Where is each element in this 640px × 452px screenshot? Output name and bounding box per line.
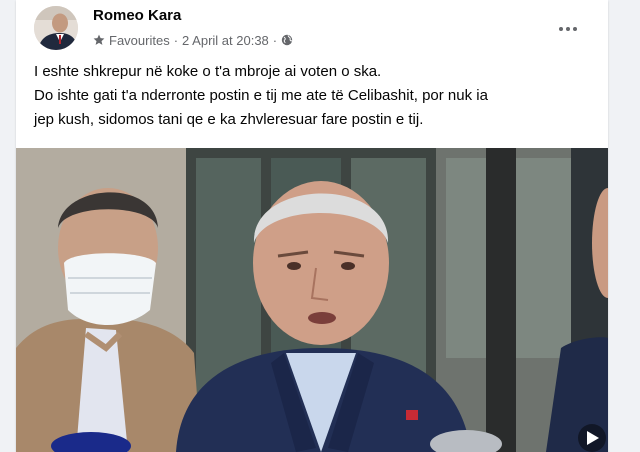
post-timestamp[interactable]: 2 April at 20:38 bbox=[182, 33, 269, 48]
post-text-line: I eshte shkrepur në koke o t'a mbroje ai… bbox=[34, 63, 382, 80]
more-options-button[interactable] bbox=[554, 14, 582, 42]
meta-separator: · bbox=[173, 32, 179, 48]
meta-separator: · bbox=[272, 32, 278, 48]
author-avatar[interactable] bbox=[34, 6, 78, 50]
post-meta: Favourites · 2 April at 20:38 · bbox=[93, 31, 293, 49]
star-icon bbox=[93, 34, 105, 46]
post-card: Romeo Kara Favourites · 2 April at 20:38… bbox=[16, 0, 608, 452]
post-photo[interactable] bbox=[16, 148, 608, 452]
more-options-icon bbox=[558, 19, 578, 37]
audience-label[interactable]: Favourites bbox=[109, 33, 170, 48]
post-text-line: jep kush, sidomos tani qe e ka zhvleresu… bbox=[34, 111, 424, 128]
globe-icon[interactable] bbox=[281, 34, 293, 46]
author-name[interactable]: Romeo Kara bbox=[93, 7, 181, 24]
post-header: Romeo Kara Favourites · 2 April at 20:38… bbox=[16, 0, 608, 56]
post-text-line: Do ishte gati t'a nderronte postin e tij… bbox=[34, 87, 488, 104]
post-text: I eshte shkrepur në koke o t'a mbroje ai… bbox=[34, 60, 594, 132]
